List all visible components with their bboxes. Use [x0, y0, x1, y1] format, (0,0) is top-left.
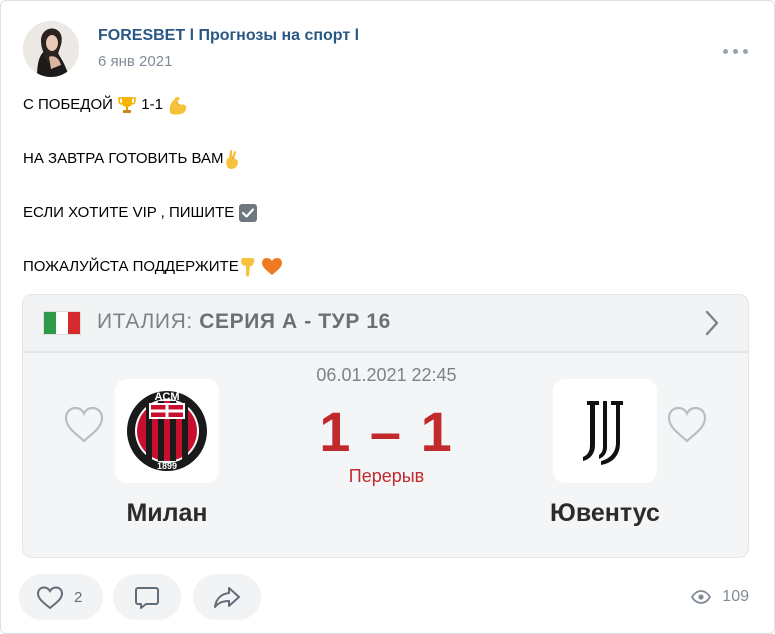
check-box-emoji — [239, 204, 258, 223]
chevron-right-icon[interactable] — [704, 309, 720, 337]
post-actions: 2 109 — [19, 574, 759, 620]
text-tomorrow: НА ЗАВТРА ГОТОВИТЬ ВАМ — [23, 150, 224, 167]
views-count: 109 — [722, 588, 749, 605]
away-team-logo[interactable] — [553, 379, 657, 483]
text-score: 1-1 — [141, 96, 163, 113]
author-name[interactable]: FORESBET l Прогнозы на спорт l — [98, 27, 359, 45]
share-arrow-icon — [214, 587, 240, 608]
juventus-crest — [583, 401, 623, 465]
post-text: С ПОБЕДОЙ 1-1 НА ЗАВТРА ГОТОВИТЬ ВАМ ЕСЛ… — [23, 92, 743, 279]
text-line-1: С ПОБЕДОЙ 1-1 — [23, 92, 743, 117]
league-header[interactable]: ИТАЛИЯ: СЕРИЯ А - ТУР 16 — [23, 295, 748, 351]
like-heart-icon — [36, 586, 64, 610]
wall-post: FORESBET l Прогнозы на спорт l 6 янв 202… — [0, 0, 775, 634]
comment-button[interactable] — [113, 574, 181, 620]
trophy-emoji — [118, 97, 136, 114]
author-avatar[interactable] — [23, 21, 79, 77]
text-victory: С ПОБЕДОЙ — [23, 96, 113, 113]
comment-icon — [135, 587, 159, 609]
more-options-icon[interactable] — [721, 39, 751, 63]
text-line-3: ЕСЛИ ХОТИТЕ VIP , ПИШИТЕ — [23, 200, 743, 225]
match-body: ACM 1899 Милан 06.01.2021 22:45 1 – 1 Пе… — [23, 353, 748, 557]
crossed-fingers-emoji — [226, 149, 239, 170]
avatar-image — [23, 21, 79, 77]
flexed-biceps-emoji — [169, 97, 187, 115]
backhand-pointing-down-emoji — [240, 258, 255, 277]
like-count: 2 — [74, 589, 83, 606]
eye-icon — [691, 590, 711, 604]
favorite-away-heart-icon[interactable] — [666, 405, 708, 445]
home-team-name[interactable]: Милан — [77, 499, 257, 528]
italy-flag-icon — [43, 311, 81, 335]
league-country: ИТАЛИЯ: — [97, 310, 193, 333]
text-line-2: НА ЗАВТРА ГОТОВИТЬ ВАМ — [23, 146, 743, 171]
like-button[interactable]: 2 — [19, 574, 103, 620]
league-name: СЕРИЯ А - ТУР 16 — [199, 310, 391, 333]
share-button[interactable] — [193, 574, 261, 620]
match-card[interactable]: ИТАЛИЯ: СЕРИЯ А - ТУР 16 ACM 1899 Милан … — [22, 294, 749, 558]
text-line-4: ПОЖАЛУЙСТА ПОДДЕРЖИТЕ — [23, 254, 743, 279]
orange-heart-emoji — [261, 258, 282, 276]
league-title: ИТАЛИЯ: СЕРИЯ А - ТУР 16 — [97, 310, 391, 334]
post-date[interactable]: 6 янв 2021 — [98, 53, 172, 70]
text-support: ПОЖАЛУЙСТА ПОДДЕРЖИТЕ — [23, 258, 239, 275]
away-team-name[interactable]: Ювентус — [515, 499, 695, 528]
text-vip: ЕСЛИ ХОТИТЕ VIP , ПИШИТЕ — [23, 204, 235, 221]
post-header: FORESBET l Прогнозы на спорт l 6 янв 202… — [23, 21, 753, 79]
